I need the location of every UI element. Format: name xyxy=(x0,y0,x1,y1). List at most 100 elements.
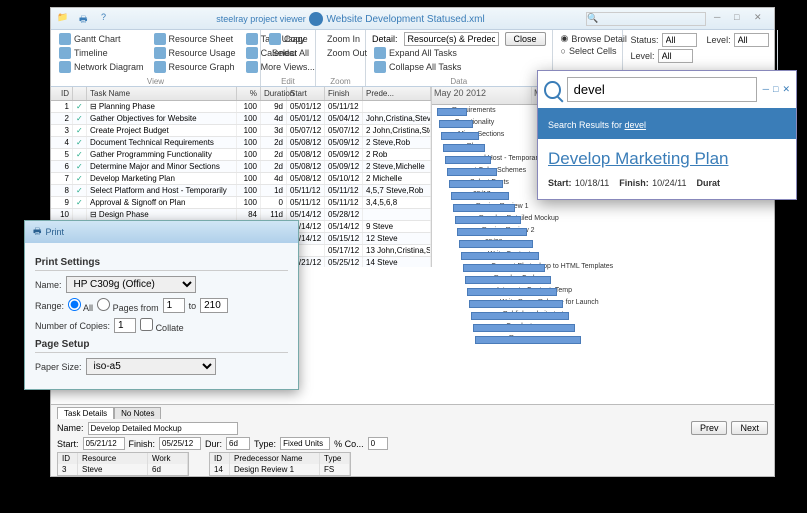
detail-select[interactable] xyxy=(404,32,499,46)
gantt-bar[interactable] xyxy=(455,216,521,224)
gantt-bar[interactable] xyxy=(443,144,485,152)
detail-finish-input[interactable] xyxy=(159,437,201,450)
detail-start-input[interactable] xyxy=(83,437,125,450)
collapse-all-button[interactable]: Collapse All Tasks xyxy=(372,60,546,74)
detail-pane: Task Details No Notes Name: Prev Next St… xyxy=(51,404,774,476)
copy-button[interactable]: Copy xyxy=(267,32,309,46)
gantt-bar[interactable] xyxy=(461,252,539,260)
help-icon[interactable]: ? xyxy=(101,12,115,26)
print-settings-heading: Print Settings xyxy=(35,257,288,271)
select-cells-radio[interactable]: ○ Select Cells xyxy=(559,45,616,57)
search-close-icon[interactable]: ✕ xyxy=(782,84,790,95)
timeline-button[interactable]: Timeline xyxy=(57,46,146,60)
grid-header: ID Task Name % Duration Start Finish Pre… xyxy=(51,87,431,101)
gantt-bar[interactable] xyxy=(445,156,491,164)
gantt-bar[interactable] xyxy=(447,168,497,176)
print-dialog: 🖶Print Print Settings Name:HP C309g (Off… xyxy=(24,220,299,390)
select-all-button[interactable]: Select All xyxy=(267,46,309,60)
printer-select[interactable]: HP C309g (Office) xyxy=(66,276,196,293)
status-label: Status: xyxy=(631,35,659,45)
browse-detail-radio[interactable]: ◉ Browse Detail xyxy=(559,32,616,45)
resource-sheet-button[interactable]: Resource Sheet xyxy=(152,32,238,46)
collate-checkbox[interactable]: Collate xyxy=(140,318,184,333)
table-row[interactable]: 3✓ Create Project Budget1003d05/07/1205/… xyxy=(51,125,431,137)
pages-to-input[interactable] xyxy=(200,298,228,313)
col-check[interactable] xyxy=(73,87,87,100)
tab-notes[interactable]: No Notes xyxy=(114,407,161,419)
col-finish[interactable]: Finish xyxy=(325,87,363,100)
resource-grid[interactable]: IDResourceWork 3Steve6d xyxy=(57,452,189,476)
minimize-icon[interactable]: ─ xyxy=(714,12,728,26)
table-row[interactable]: 1✓⊟ Planning Phase1009d05/01/1205/11/12 xyxy=(51,101,431,113)
next-button[interactable]: Next xyxy=(731,421,768,435)
app-title: steelray project viewer Website Developm… xyxy=(115,11,586,26)
range-all-radio[interactable]: All xyxy=(68,298,93,313)
gantt-bar[interactable] xyxy=(453,204,515,212)
pages-from-input[interactable] xyxy=(163,298,185,313)
paper-size-select[interactable]: iso-a5 xyxy=(86,358,216,375)
detail-type-input[interactable] xyxy=(280,437,330,450)
table-row[interactable]: 2✓ Gather Objectives for Website1004d05/… xyxy=(51,113,431,125)
close-detail-button[interactable]: Close xyxy=(505,32,546,46)
col-dur[interactable]: Duration xyxy=(261,87,287,100)
detail-name-input[interactable] xyxy=(88,422,238,435)
gantt-bar[interactable] xyxy=(441,132,479,140)
search-input[interactable] xyxy=(567,77,757,102)
close-icon[interactable]: ✕ xyxy=(754,12,768,26)
gantt-bar[interactable] xyxy=(457,228,527,236)
gantt-bar[interactable] xyxy=(465,276,551,284)
gantt-bar[interactable] xyxy=(475,336,581,344)
table-row[interactable]: 7✓ Develop Marketing Plan1004d05/08/1205… xyxy=(51,173,431,185)
level2-label: Level: xyxy=(707,35,731,45)
detail-start-label: Start: xyxy=(57,439,79,449)
level-select[interactable] xyxy=(658,49,693,63)
copies-input[interactable] xyxy=(114,318,136,333)
col-start[interactable]: Start xyxy=(287,87,325,100)
level2-select[interactable] xyxy=(734,33,769,47)
gantt-bar[interactable] xyxy=(449,180,503,188)
gantt-bar[interactable] xyxy=(467,288,557,296)
copies-label: Number of Copies: xyxy=(35,321,110,331)
predecessor-grid[interactable]: IDPredecessor NameType 14Design Review 1… xyxy=(209,452,351,476)
table-row[interactable]: 4✓ Document Technical Requirements1002d0… xyxy=(51,137,431,149)
table-row[interactable]: 8✓ Select Platform and Host - Temporaril… xyxy=(51,185,431,197)
table-row[interactable]: 5✓ Gather Programming Functionality1002d… xyxy=(51,149,431,161)
gantt-bar[interactable] xyxy=(469,300,563,308)
search-maximize-icon[interactable]: □ xyxy=(773,84,778,95)
detail-dur-input[interactable] xyxy=(226,437,250,450)
gantt-bar[interactable] xyxy=(451,192,509,200)
printer-icon: 🖶 xyxy=(33,224,42,240)
col-pct[interactable]: % xyxy=(237,87,261,100)
network-diagram-button[interactable]: Network Diagram xyxy=(57,60,146,74)
gantt-bar[interactable] xyxy=(439,120,473,128)
gantt-chart-button[interactable]: Gantt Chart xyxy=(57,32,146,46)
col-id[interactable]: ID xyxy=(51,87,73,100)
search-minimize-icon[interactable]: ─ xyxy=(763,84,769,95)
gantt-bar[interactable] xyxy=(471,312,569,320)
status-select[interactable] xyxy=(662,33,697,47)
paper-size-label: Paper Size: xyxy=(35,362,82,372)
folder-icon[interactable]: 📁 xyxy=(57,12,71,26)
table-row[interactable]: 9✓ Approval & Signoff on Plan100005/11/1… xyxy=(51,197,431,209)
gantt-bar[interactable] xyxy=(437,108,467,116)
detail-pctco-input[interactable] xyxy=(368,437,388,450)
resource-graph-button[interactable]: Resource Graph xyxy=(152,60,238,74)
col-pred[interactable]: Prede... xyxy=(363,87,431,100)
detail-name-label: Name: xyxy=(57,423,84,433)
gantt-bar[interactable] xyxy=(473,324,575,332)
range-pages-radio[interactable]: Pages from xyxy=(97,298,159,313)
zoom-in-button[interactable]: Zoom In xyxy=(322,32,359,46)
search-result-title[interactable]: Develop Marketing Plan xyxy=(548,149,786,169)
expand-all-button[interactable]: Expand All Tasks xyxy=(372,46,546,60)
prev-button[interactable]: Prev xyxy=(691,421,728,435)
maximize-icon[interactable]: □ xyxy=(734,12,748,26)
print-icon[interactable]: 🖶 xyxy=(79,12,93,26)
gantt-bar[interactable] xyxy=(463,264,545,272)
col-task[interactable]: Task Name xyxy=(87,87,237,100)
gantt-bar[interactable] xyxy=(459,240,533,248)
resource-usage-button[interactable]: Resource Usage xyxy=(152,46,238,60)
table-row[interactable]: 6✓ Determine Major and Minor Sections100… xyxy=(51,161,431,173)
global-search-input[interactable]: 🔍 xyxy=(586,12,706,26)
zoom-out-button[interactable]: Zoom Out xyxy=(322,46,359,60)
tab-task-details[interactable]: Task Details xyxy=(57,407,114,419)
